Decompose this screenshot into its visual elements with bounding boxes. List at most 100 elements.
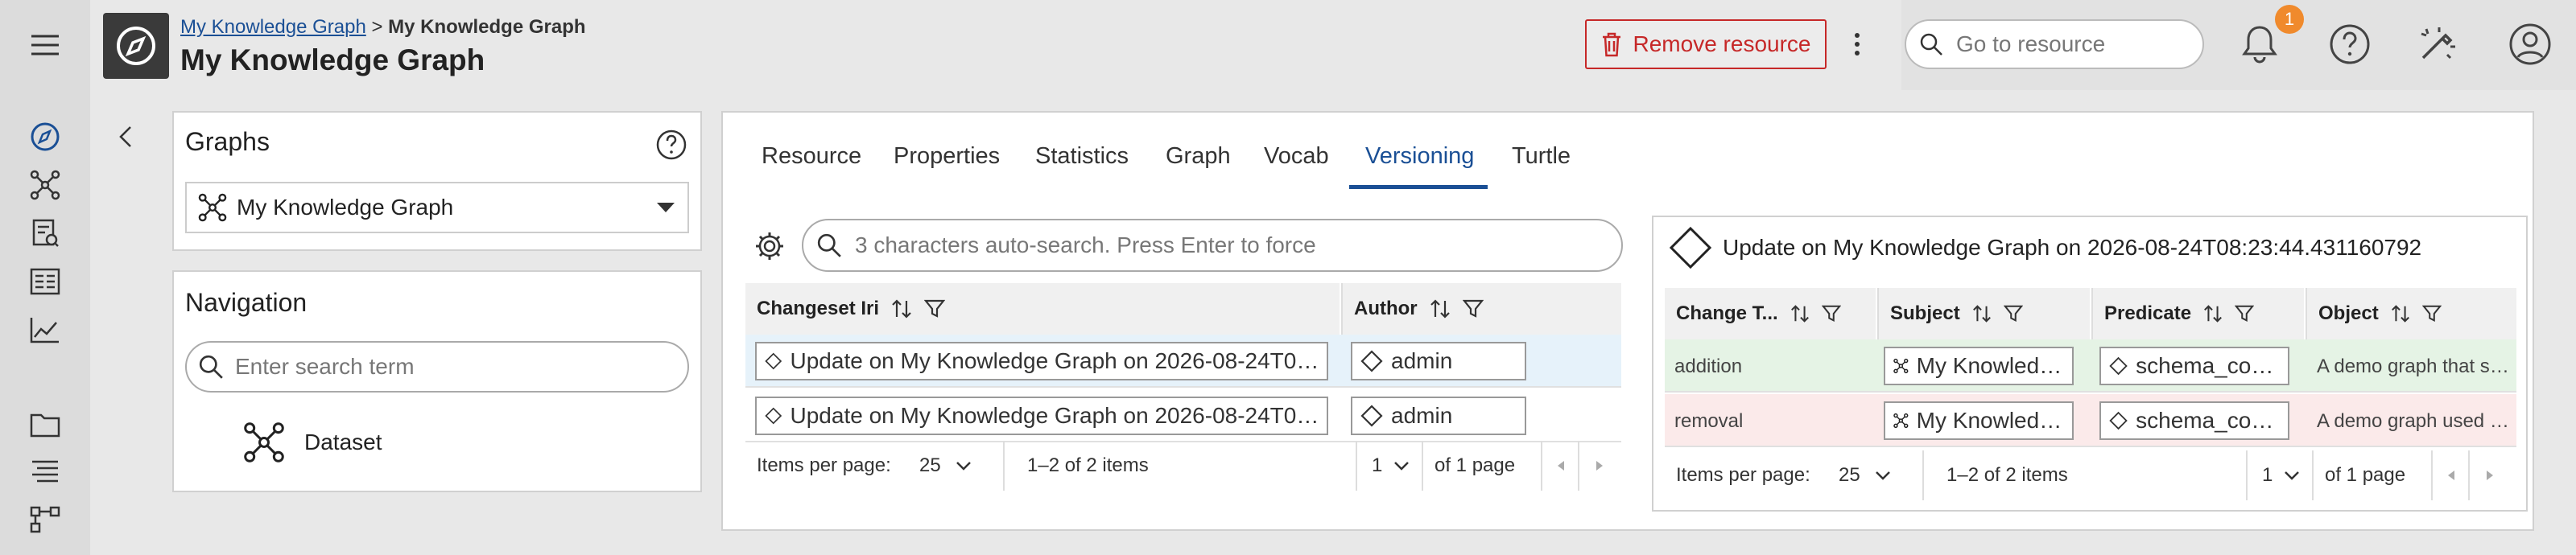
diamond-icon [2109, 356, 2128, 376]
sort-icon[interactable] [1429, 298, 1451, 320]
go-to-resource-input[interactable]: Go to resource [1905, 19, 2204, 69]
author-chip[interactable]: admin [1351, 397, 1526, 435]
tab-turtle[interactable]: Turtle [1512, 143, 1571, 170]
graph-node-icon [1893, 358, 1909, 374]
menu-icon[interactable] [26, 26, 64, 64]
settings-gear-icon[interactable] [752, 228, 787, 264]
tab-statistics[interactable]: Statistics [1035, 143, 1129, 170]
page-select[interactable]: 1 [1372, 441, 1410, 491]
previous-page-icon[interactable] [2439, 450, 2463, 500]
predicate-chip[interactable]: schema_comment [2099, 347, 2289, 385]
dropdown-arrow-icon [657, 203, 675, 212]
filter-icon[interactable] [2235, 304, 2255, 323]
remove-resource-button[interactable]: Remove resource [1585, 19, 1827, 69]
column-header-changeset-iri[interactable]: Changeset Iri [745, 283, 1340, 335]
diamond-icon [2109, 411, 2128, 430]
items-per-page-value: 25 [1839, 464, 1860, 486]
tab-versioning[interactable]: Versioning [1365, 143, 1474, 170]
next-page-icon[interactable] [2478, 450, 2502, 500]
filter-icon[interactable] [1462, 298, 1484, 319]
diamond-icon [765, 352, 782, 370]
compass-nav-icon[interactable] [26, 117, 64, 156]
sort-icon[interactable] [890, 298, 913, 320]
text-list-icon[interactable] [26, 452, 64, 491]
changeset-search-input[interactable]: 3 characters auto-search. Press Enter to… [802, 219, 1623, 272]
tab-resource[interactable]: Resource [762, 143, 861, 170]
go-to-resource-placeholder: Go to resource [1956, 31, 2106, 56]
table-row[interactable]: addition My Knowledge Graph schema_comme… [1665, 339, 2516, 393]
sort-icon[interactable] [2202, 303, 2223, 324]
tab-graph[interactable]: Graph [1166, 143, 1231, 170]
column-header-change-type[interactable]: Change T... [1665, 288, 1876, 339]
workflow-icon[interactable] [26, 500, 64, 539]
subject-chip[interactable]: My Knowledge Graph [1884, 347, 2074, 385]
breadcrumb-link[interactable]: My Knowledge Graph [180, 16, 366, 38]
table-row[interactable]: removal My Knowledge Graph schema_commen… [1665, 394, 2516, 447]
navigation-search-input[interactable]: Enter search term [185, 341, 689, 393]
graphs-help-icon[interactable] [655, 129, 687, 161]
changeset-chip[interactable]: Update on My Knowledge Graph on 2026-08-… [755, 342, 1328, 380]
list-view-icon[interactable] [26, 262, 64, 301]
changeset-chip[interactable]: Update on My Knowledge Graph on 2026-08-… [755, 397, 1328, 435]
tab-properties[interactable]: Properties [894, 143, 1000, 170]
predicate-chip[interactable]: schema_comment [2099, 401, 2289, 440]
graph-nav-icon[interactable] [26, 166, 64, 204]
table-row[interactable]: Update on My Knowledge Graph on 2026-08-… [745, 335, 1621, 388]
breadcrumb: My Knowledge Graph > My Knowledge Graph [180, 16, 586, 39]
change-type-cell: addition [1674, 356, 1743, 377]
column-header-subject[interactable]: Subject [1877, 288, 2090, 339]
filter-icon[interactable] [1821, 304, 1841, 323]
graph-select[interactable]: My Knowledge Graph [185, 182, 689, 233]
chevron-down-icon [1394, 462, 1410, 471]
sort-icon[interactable] [1790, 303, 1810, 324]
changeset-label: Update on My Knowledge Graph on 2026-08-… [790, 403, 1327, 428]
author-chip[interactable]: admin [1351, 342, 1526, 380]
author-label: admin [1391, 348, 1453, 373]
search-icon [817, 233, 841, 257]
remove-resource-label: Remove resource [1633, 31, 1811, 56]
table-row[interactable]: Update on My Knowledge Graph on 2026-08-… [745, 389, 1621, 442]
help-icon[interactable] [2326, 21, 2373, 68]
sort-icon[interactable] [1971, 303, 1992, 324]
explore-app-icon [103, 13, 169, 79]
subject-chip[interactable]: My Knowledge Graph [1884, 401, 2074, 440]
navigation-card: Navigation Enter search term Dataset [172, 270, 702, 492]
folder-icon[interactable] [26, 405, 64, 444]
user-account-icon[interactable] [2507, 21, 2553, 68]
column-title: Change T... [1676, 302, 1778, 324]
column-header-predicate[interactable]: Predicate [2091, 288, 2304, 339]
graph-node-icon [244, 422, 284, 462]
filter-icon[interactable] [924, 298, 946, 319]
previous-page-icon[interactable] [1549, 441, 1573, 491]
column-title: Author [1354, 298, 1418, 319]
author-label: admin [1391, 403, 1453, 428]
navigation-title: Navigation [185, 288, 308, 317]
tab-vocab[interactable]: Vocab [1264, 143, 1329, 170]
column-header-author[interactable]: Author [1341, 283, 1621, 335]
items-per-page-label: Items per page: [757, 454, 891, 476]
pager-divider [1922, 450, 1924, 500]
document-search-icon[interactable] [26, 214, 64, 253]
filter-icon[interactable] [2421, 304, 2442, 323]
collapse-panel-icon[interactable] [109, 121, 142, 153]
diamond-icon [1360, 405, 1383, 427]
next-page-icon[interactable] [1587, 441, 1612, 491]
trash-icon [1602, 32, 1620, 57]
filter-icon[interactable] [2003, 304, 2023, 323]
magic-wand-icon[interactable] [2413, 21, 2460, 68]
pager-divider [1541, 441, 1542, 491]
change-type-cell: removal [1674, 410, 1744, 432]
navigation-item-dataset[interactable]: Dataset [243, 420, 382, 465]
changeset-search-placeholder: 3 characters auto-search. Press Enter to… [855, 232, 1316, 257]
more-options-icon[interactable] [1843, 24, 1871, 64]
chart-icon[interactable] [26, 310, 64, 349]
diamond-icon [765, 407, 782, 425]
items-per-page-select[interactable]: 25 [1839, 450, 1891, 500]
items-per-page-select[interactable]: 25 [919, 441, 972, 491]
page-select[interactable]: 1 [2262, 450, 2300, 500]
main-panel: Resource Properties Statistics Graph Voc… [721, 111, 2534, 531]
column-header-object[interactable]: Object [2306, 288, 2516, 339]
notifications-bell-icon[interactable] [2236, 21, 2283, 68]
sort-icon[interactable] [2390, 303, 2411, 324]
search-icon [199, 355, 223, 379]
